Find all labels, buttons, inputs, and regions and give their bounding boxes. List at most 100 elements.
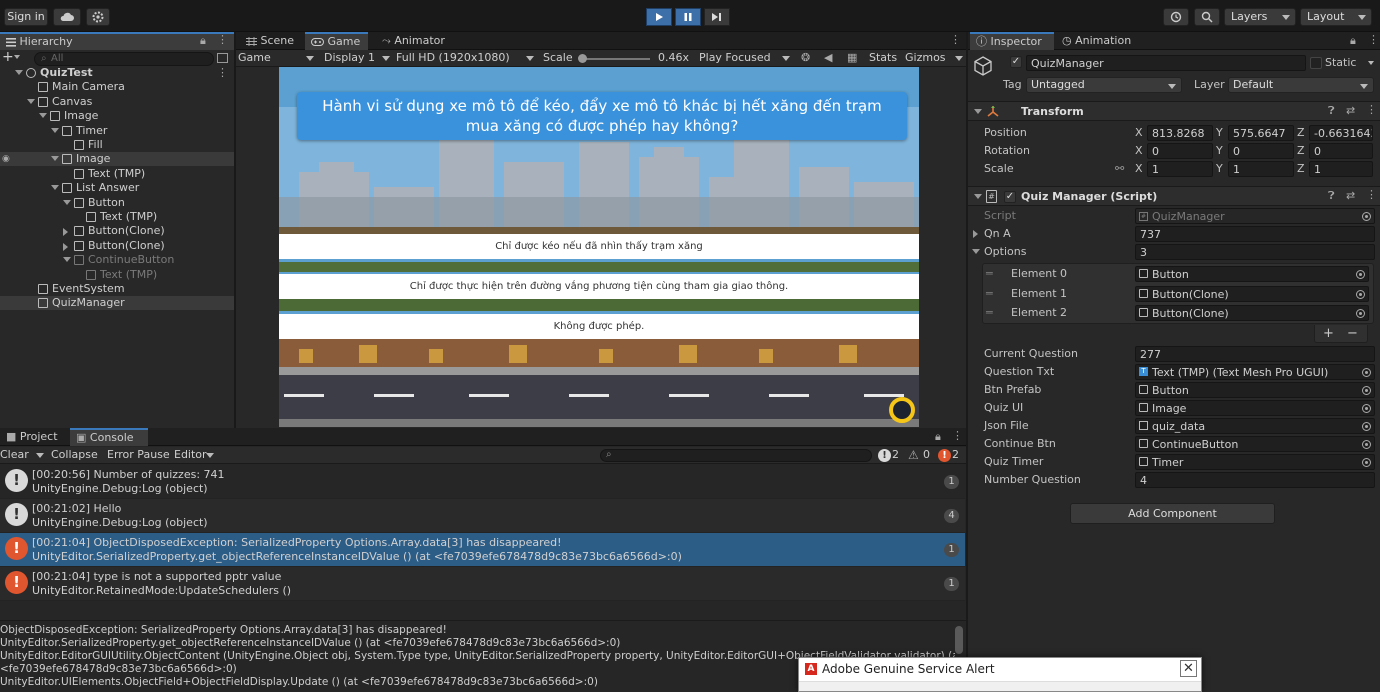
remove-element-button[interactable]: − (1347, 325, 1358, 343)
object-picker-icon[interactable] (1362, 368, 1371, 377)
options-size-field[interactable]: 3 (1135, 244, 1375, 260)
help-icon[interactable]: ❓︎ (1328, 104, 1335, 118)
close-icon[interactable]: ✕ (1180, 660, 1197, 677)
static-checkbox[interactable] (1310, 57, 1322, 69)
object-picker-icon[interactable] (1362, 422, 1371, 431)
console-search-input[interactable]: ⌕ (600, 449, 872, 462)
add-element-button[interactable]: + (1323, 325, 1334, 343)
game-view-dropdown[interactable]: Game (238, 51, 271, 65)
hierarchy-item[interactable]: Button(Clone) (0, 239, 234, 253)
preset-icon[interactable]: ⇄ (1346, 104, 1355, 117)
answer-button-2[interactable]: Không được phép. (279, 314, 919, 339)
field-value[interactable]: Button (1135, 382, 1375, 398)
hierarchy-item[interactable]: Image (0, 109, 234, 123)
object-picker-icon[interactable] (1362, 386, 1371, 395)
console-log-entry[interactable]: ! [00:21:04] ObjectDisposedException: Ser… (0, 533, 965, 567)
bug-icon[interactable]: ❂ (801, 51, 810, 65)
hierarchy-item[interactable]: QuizManager (0, 296, 234, 311)
transform-field-z[interactable]: 0 (1309, 143, 1373, 159)
scene-visibility-icon[interactable] (217, 53, 228, 63)
transform-field-x[interactable]: 813.8268 (1147, 125, 1213, 141)
drag-handle-icon[interactable]: ═ (986, 266, 993, 282)
foldout-icon[interactable] (972, 249, 980, 254)
drag-handle-icon[interactable]: ═ (986, 286, 993, 302)
transform-field-x[interactable]: 0 (1147, 143, 1213, 159)
layout-dropdown[interactable]: Layout (1300, 8, 1372, 26)
hierarchy-item[interactable]: Button (0, 196, 234, 210)
hierarchy-item[interactable]: Button(Clone) (0, 224, 234, 238)
stats-button[interactable]: Stats (869, 51, 897, 65)
foldout-closed-icon[interactable] (63, 228, 68, 237)
tab-project[interactable]: ■ Project (0, 428, 66, 446)
transform-field-y[interactable]: 575.6647 (1228, 125, 1294, 141)
chevron-down-icon[interactable] (36, 453, 44, 458)
undo-history-button[interactable] (1163, 8, 1189, 26)
object-picker-icon[interactable] (1362, 458, 1371, 467)
field-value[interactable]: ContinueButton (1135, 436, 1375, 452)
clear-button[interactable]: Clear (0, 448, 29, 462)
sign-in-button[interactable]: Sign in (4, 8, 48, 26)
play-focused-dropdown[interactable]: Play Focused (699, 51, 771, 65)
search-button[interactable] (1194, 8, 1220, 26)
quiz-manager-header[interactable]: # ✓ Quiz Manager (Script) ❓︎ ⇄ ⋮ (968, 186, 1380, 206)
hierarchy-item[interactable]: QuizTest ⋮ (0, 66, 234, 80)
field-value[interactable]: 4 (1135, 472, 1375, 488)
info-count[interactable]: 2 (892, 448, 899, 462)
tab-game[interactable]: Game (305, 32, 369, 50)
transform-field-y[interactable]: 1 (1228, 161, 1294, 177)
console-log-entry[interactable]: ! [00:21:04] type is not a supported pptr… (0, 567, 965, 601)
scrollbar[interactable] (955, 626, 963, 654)
display-dropdown[interactable]: Display 1 (324, 51, 375, 65)
hierarchy-item[interactable]: ContinueButton (0, 253, 234, 267)
hierarchy-item[interactable]: Main Camera (0, 80, 234, 94)
lock-icon[interactable]: 🔒︎ (1350, 34, 1356, 48)
object-name-field[interactable]: QuizManager (1026, 55, 1306, 71)
scale-slider-handle[interactable] (578, 54, 587, 63)
answer-button-0[interactable]: Chỉ được kéo nếu đã nhìn thấy trạm xăng (279, 234, 919, 259)
object-picker-icon[interactable] (1362, 440, 1371, 449)
visibility-eye-icon[interactable]: ◉ (2, 152, 10, 166)
cloud-button[interactable] (53, 8, 81, 26)
transform-field-x[interactable]: 1 (1147, 161, 1213, 177)
lock-icon[interactable]: 🔒︎ (200, 34, 206, 48)
hierarchy-item[interactable]: Text (TMP) (0, 167, 234, 181)
speaker-icon[interactable]: ◀ (824, 51, 832, 65)
field-value[interactable]: quiz_data (1135, 418, 1375, 434)
step-button[interactable] (704, 8, 730, 26)
drag-handle-icon[interactable]: ═ (986, 305, 993, 321)
element-object-field[interactable]: Button (1135, 266, 1369, 282)
tab-hierarchy[interactable]: Hierarchy (0, 32, 234, 50)
add-icon[interactable]: + (2, 49, 14, 65)
hierarchy-item[interactable]: Text (TMP) (0, 210, 234, 224)
kebab-menu-icon[interactable]: ⋮ (1368, 33, 1379, 46)
field-value[interactable]: 277 (1135, 346, 1375, 362)
error-count[interactable]: 2 (952, 448, 959, 462)
tab-animation[interactable]: ◷ Animation (1056, 32, 1139, 50)
kebab-menu-icon[interactable]: ⋮ (1366, 188, 1377, 201)
kebab-menu-icon[interactable]: ⋮ (217, 66, 228, 80)
field-value[interactable]: Image (1135, 400, 1375, 416)
pause-button[interactable] (675, 8, 701, 26)
hierarchy-search-input[interactable]: ⌕ All (34, 52, 214, 66)
hierarchy-item[interactable]: Canvas (0, 95, 234, 109)
foldout-open-icon[interactable] (51, 156, 59, 162)
foldout-open-icon[interactable] (51, 185, 59, 191)
tab-inspector[interactable]: ⓘ Inspector (970, 32, 1054, 50)
play-button[interactable] (646, 8, 672, 26)
console-log-entry[interactable]: ! [00:21:02] Hello UnityEngine.Debug:Log (… (0, 499, 965, 533)
add-dropdown-icon[interactable] (14, 55, 20, 59)
element-object-field[interactable]: Button(Clone) (1135, 305, 1369, 321)
foldout-open-icon[interactable] (39, 113, 47, 119)
layers-dropdown[interactable]: Layers (1224, 8, 1296, 26)
field-value[interactable]: Timer (1135, 454, 1375, 470)
component-enabled-checkbox[interactable]: ✓ (1004, 191, 1016, 203)
active-checkbox[interactable]: ✓ (1010, 56, 1022, 68)
help-icon[interactable]: ❓︎ (1328, 189, 1335, 203)
kebab-menu-icon[interactable]: ⋮ (950, 33, 961, 46)
tab-animator[interactable]: ⤳ Animator (376, 32, 453, 50)
foldout-open-icon[interactable] (51, 127, 59, 133)
kebab-menu-icon[interactable]: ⋮ (952, 429, 963, 442)
hierarchy-item[interactable]: Image ◉ (0, 152, 234, 167)
foldout-open-icon[interactable] (15, 70, 23, 75)
lock-icon[interactable]: 🔒︎ (935, 430, 941, 444)
